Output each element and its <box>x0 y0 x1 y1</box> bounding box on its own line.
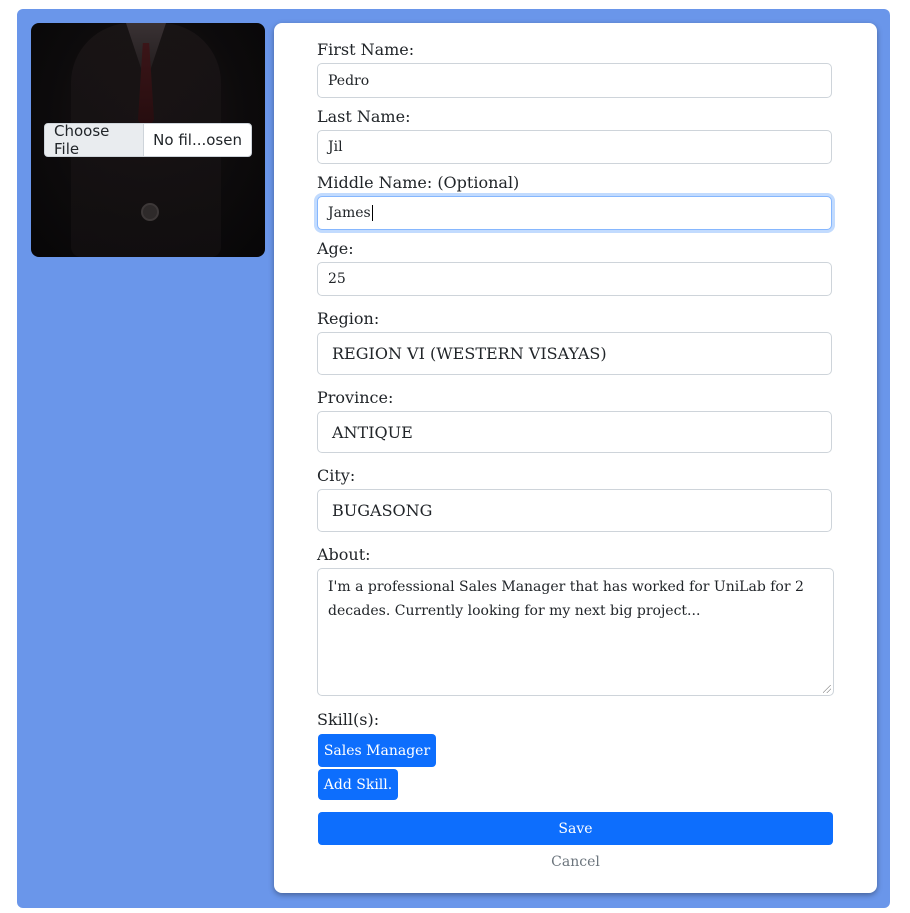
about-textarea[interactable]: I'm a professional Sales Manager that ha… <box>317 568 834 696</box>
city-label: City: <box>317 466 356 485</box>
text-cursor <box>371 205 373 221</box>
first-name-input[interactable]: Pedro <box>317 63 832 98</box>
region-value: REGION VI (WESTERN VISAYAS) <box>332 344 607 363</box>
about-label: About: <box>317 545 371 564</box>
about-value: I'm a professional Sales Manager that ha… <box>328 579 804 619</box>
region-label: Region: <box>317 309 380 328</box>
skill-tag-sales-manager[interactable]: Sales Manager <box>318 734 436 767</box>
save-button[interactable]: Save <box>318 812 833 845</box>
province-value: ANTIQUE <box>332 422 413 442</box>
age-value: 25 <box>328 271 346 287</box>
age-label: Age: <box>317 239 354 258</box>
middle-name-input[interactable]: James <box>317 196 832 230</box>
city-select[interactable]: BUGASONG <box>317 489 832 532</box>
province-label: Province: <box>317 388 394 407</box>
city-value: BUGASONG <box>332 501 433 520</box>
province-select[interactable]: ANTIQUE <box>317 411 832 453</box>
photo-watch-shape <box>141 203 159 221</box>
file-status-text: No fil...osen <box>153 131 242 149</box>
resize-grip-icon[interactable] <box>823 685 831 693</box>
last-name-value: Jil <box>328 139 343 155</box>
choose-file-button[interactable]: Choose File <box>45 124 145 156</box>
first-name-label: First Name: <box>317 40 415 59</box>
profile-form-card: First Name: Pedro Last Name: Jil Middle … <box>274 23 877 893</box>
middle-name-label: Middle Name: (Optional) <box>317 173 520 192</box>
middle-name-value: James <box>328 205 371 221</box>
age-input[interactable]: 25 <box>317 262 832 296</box>
last-name-label: Last Name: <box>317 107 411 126</box>
last-name-input[interactable]: Jil <box>317 130 832 164</box>
add-skill-button[interactable]: Add Skill. <box>318 769 398 800</box>
cancel-link[interactable]: Cancel <box>274 854 877 870</box>
photo-file-input[interactable]: Choose File No fil...osen <box>44 123 252 157</box>
region-select[interactable]: REGION VI (WESTERN VISAYAS) <box>317 332 832 375</box>
first-name-value: Pedro <box>328 72 370 89</box>
skills-label: Skill(s): <box>317 710 380 729</box>
